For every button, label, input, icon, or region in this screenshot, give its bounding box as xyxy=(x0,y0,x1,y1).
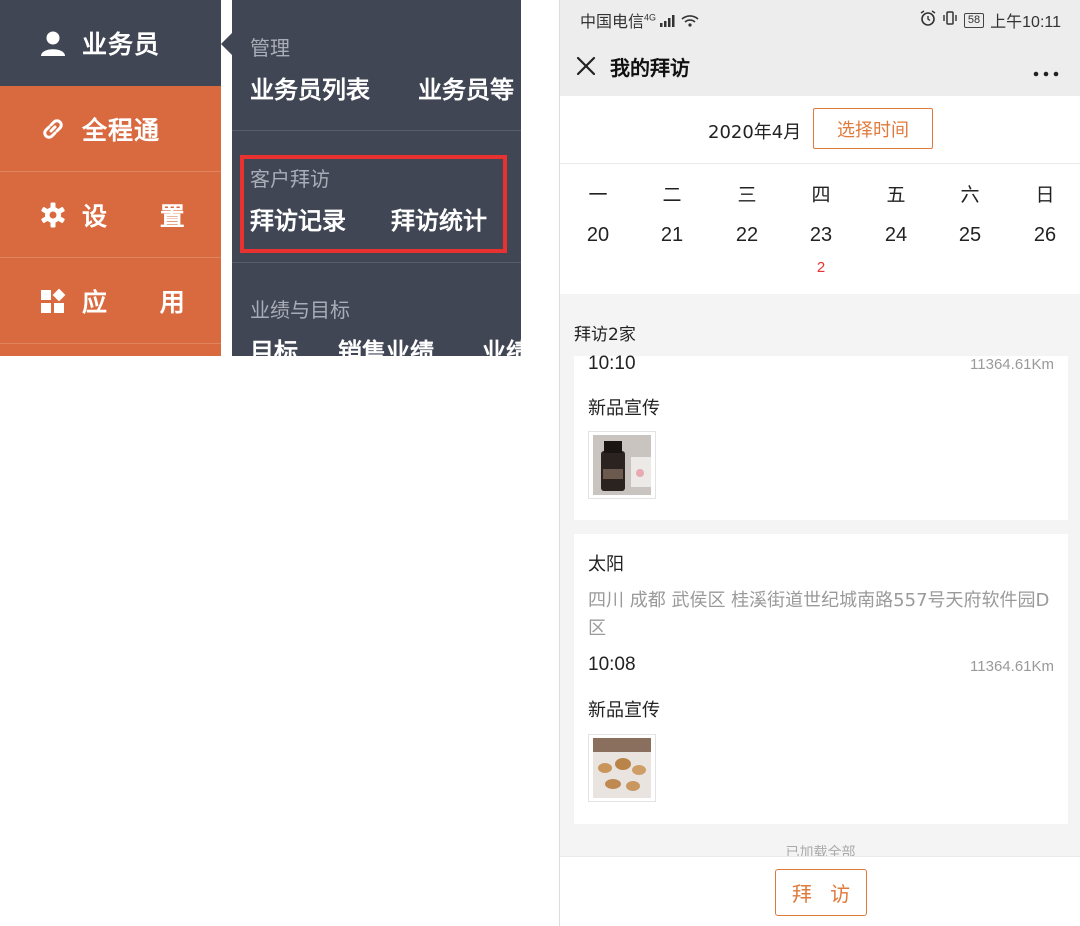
calendar-date[interactable]: 23 xyxy=(791,224,851,247)
visit-purpose: 新品宣传 xyxy=(588,700,660,721)
visit-button[interactable]: 拜 访 xyxy=(775,869,867,916)
carrier-label: 中国电信4G xyxy=(580,8,699,32)
weekday-label: 二 xyxy=(662,184,682,206)
food-photo-icon[interactable] xyxy=(588,734,656,802)
link-icon xyxy=(38,114,68,144)
customer-address: 四川 成都 武侯区 桂溪街道世纪城南路557号天府软件园D区 xyxy=(588,590,1050,639)
nav-label: 业务员 xyxy=(82,30,161,59)
alarm-icon xyxy=(920,9,936,31)
visit-distance: 11364.61Km xyxy=(970,658,1054,675)
weekday-label: 一 xyxy=(588,184,608,206)
close-icon[interactable] xyxy=(574,54,598,78)
apps-icon xyxy=(38,286,68,316)
signal-icon xyxy=(660,14,680,31)
highlight-box xyxy=(240,155,507,253)
status-bar: 中国电信4G 58 上午10:11 xyxy=(560,0,1080,36)
submenu-section-title: 管理 xyxy=(250,36,290,60)
submenu-link-salesman-level[interactable]: 业务员等 xyxy=(418,70,514,105)
gear-icon xyxy=(38,200,68,230)
visit-time: 10:10 xyxy=(588,353,636,374)
month-row: 2020年4月 选择时间 xyxy=(560,96,1080,164)
weekday-label: 六 xyxy=(960,184,980,206)
calendar-date[interactable]: 22 xyxy=(717,224,777,247)
visit-distance: 11364.61Km xyxy=(970,356,1054,373)
submenu-link-target[interactable]: 目标 xyxy=(250,332,298,356)
weekday-label: 五 xyxy=(886,184,906,206)
calendar-date[interactable]: 26 xyxy=(1015,224,1075,247)
visit-time: 10:08 xyxy=(588,654,636,675)
visit-card[interactable]: 太阳 四川 成都 武侯区 桂溪街道世纪城南路557号天府软件园D区 10:08 … xyxy=(574,534,1068,824)
visit-summary: 拜访2家 xyxy=(574,325,636,345)
nav-label: 应 用 xyxy=(82,287,207,317)
user-icon xyxy=(38,28,68,58)
calendar-date[interactable]: 24 xyxy=(866,224,926,247)
visit-purpose: 新品宣传 xyxy=(588,398,660,419)
submenu-divider xyxy=(232,262,521,263)
submenu-divider xyxy=(232,130,521,131)
phone-screen: 中国电信4G 58 上午10:11 我的拜访 2020年4月 选择时间 一 二 … xyxy=(559,0,1080,926)
network-type: 4G xyxy=(644,12,657,23)
clock-time: 上午10:11 xyxy=(990,14,1061,31)
nav-item-settings[interactable]: 设 置 xyxy=(0,172,221,258)
customer-name: 太阳 xyxy=(588,554,624,575)
calendar-date[interactable]: 25 xyxy=(940,224,1000,247)
weekday-label: 日 xyxy=(1035,184,1055,206)
page-title: 我的拜访 xyxy=(610,56,690,80)
submenu-panel: 管理 业务员列表 业务员等 客户拜访 拜访记录 拜访统计 业绩与目标 目标 销售… xyxy=(232,0,521,356)
month-label: 2020年4月 xyxy=(708,122,802,143)
bottom-bar: 拜 访 xyxy=(560,856,1080,926)
battery-level: 58 xyxy=(963,12,985,28)
main-nav: 业务员 全程通 设 置 应 用 xyxy=(0,0,221,356)
visit-card[interactable]: 10:10 11364.61Km 新品宣传 xyxy=(574,353,1068,520)
title-bar: 我的拜访 xyxy=(560,36,1080,96)
status-right: 58 上午10:11 xyxy=(920,8,1061,32)
submenu-pointer xyxy=(221,33,232,55)
more-icon[interactable] xyxy=(1033,63,1059,77)
submenu-link-sales-performance[interactable]: 销售业绩 xyxy=(338,332,434,356)
calendar-date[interactable]: 20 xyxy=(568,224,628,247)
admin-menu-screenshot: 业务员 全程通 设 置 应 用 管理 业务员列表 业务员等 客户拜访 拜访记录 … xyxy=(0,0,521,356)
pick-time-button[interactable]: 选择时间 xyxy=(813,108,933,149)
calendar-date[interactable]: 21 xyxy=(642,224,702,247)
nav-item-full-process[interactable]: 全程通 xyxy=(0,86,221,172)
nav-item-apps[interactable]: 应 用 xyxy=(0,258,221,344)
submenu-link-salesman-list[interactable]: 业务员列表 xyxy=(250,70,370,105)
visit-count-mark: 2 xyxy=(816,259,826,276)
wifi-icon xyxy=(681,14,699,31)
weekday-label: 四 xyxy=(811,184,831,206)
submenu-section-title: 业绩与目标 xyxy=(250,298,350,322)
submenu-link-performance[interactable]: 业绩 xyxy=(482,332,521,356)
weekday-label: 三 xyxy=(737,184,757,206)
vibrate-icon xyxy=(942,10,958,31)
bottle-photo-icon[interactable] xyxy=(588,431,656,499)
week-calendar: 一 二 三 四 五 六 日 20 21 22 23 24 25 26 2 xyxy=(560,164,1080,294)
nav-item-salesman[interactable]: 业务员 xyxy=(0,0,221,86)
nav-label: 设 置 xyxy=(82,201,207,231)
nav-label: 全程通 xyxy=(82,115,161,145)
